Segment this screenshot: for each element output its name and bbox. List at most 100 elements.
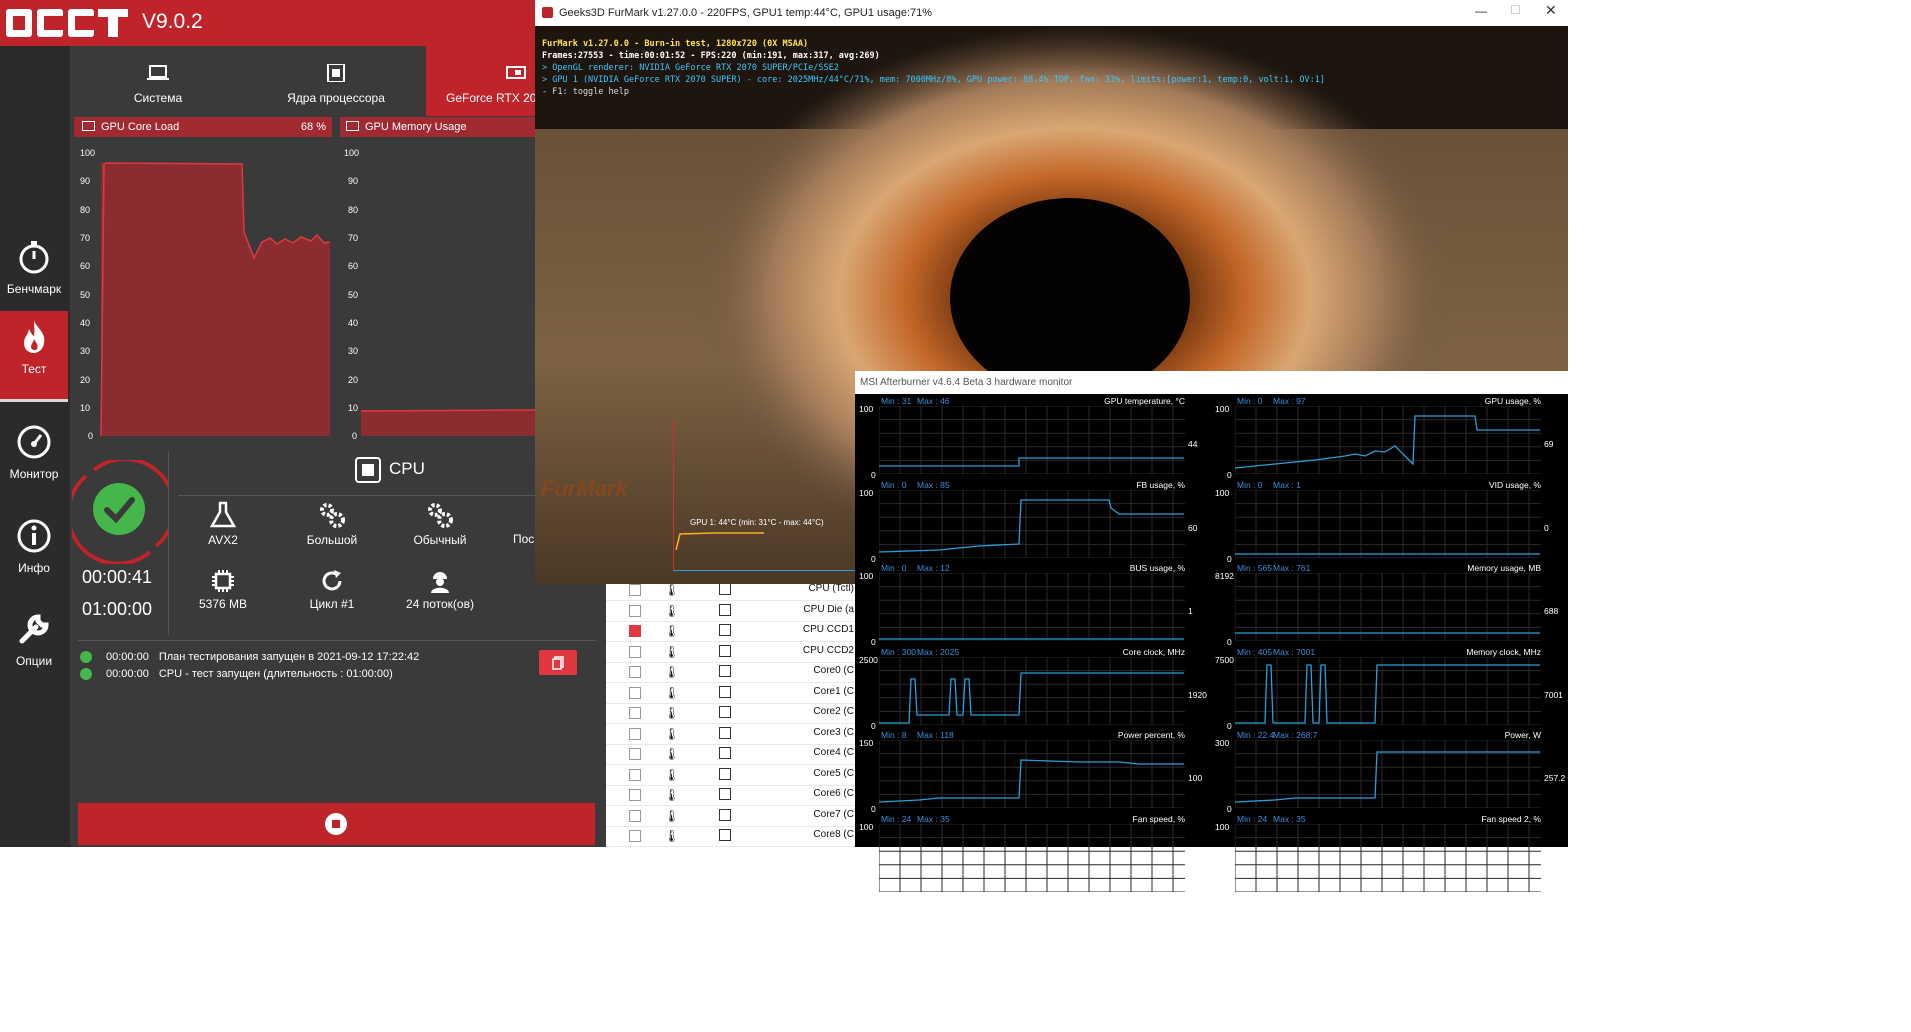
sensor-checkbox[interactable] [629,666,641,678]
ab-top-value: 2500 [859,654,878,665]
y-tick: 70 [348,233,359,243]
sensor-row: 🌡 CPU CCD1 [606,621,856,642]
sensor-checkbox[interactable] [629,727,641,740]
ab-top-value: 100 [859,571,874,581]
y-tick: 80 [80,205,91,215]
sensor-label: Core5 (C [813,767,854,779]
success-icon [80,668,92,681]
ab-top-value: 100 [859,487,874,498]
laptop-icon [147,65,169,80]
furmark-info-frames: Frames:27553 - time:00:01:52 - FPS:220 (… [542,51,880,61]
y-tick: 90 [348,176,359,186]
sensor-checkbox[interactable] [629,789,641,801]
sensor-checkbox[interactable] [629,809,641,822]
afterburner-titlebar: MSI Afterburner v4.6.4 Beta 3 hardware m… [855,371,1568,394]
refresh-icon [322,570,342,591]
elapsed-time: 00:00:41 [82,567,153,587]
y-tick: 80 [348,205,359,215]
sensor-checkbox[interactable] [629,604,641,617]
stat-memory: 5376 MB [178,568,268,611]
chip-icon [719,788,731,800]
gpu-temp-graph: GPU 1: 44°C (min: 31°C - max: 44°C) [673,420,856,571]
y-tick: 50 [348,290,359,300]
occt-logo [6,9,128,37]
ab-min: Min : 565 [1237,563,1272,573]
ab-graph-plot [879,489,1185,558]
thermometer-icon: 🌡 [664,767,680,782]
sensor-checkbox[interactable] [629,645,641,658]
sensor-checkbox[interactable] [629,748,641,760]
sidebar-item-benchmark[interactable]: Бенчмарк [0,231,68,321]
sidebar-item-monitor[interactable]: Монитор [0,416,68,506]
ab-max: Max : 46 [917,396,950,406]
minimize-button[interactable]: — [1475,4,1487,18]
afterburner-monitor: Min : 31 Max : 46 GPU temperature, °C 100 0 4… [855,394,1568,892]
ab-max: Max : 761 [1273,563,1311,573]
chip-icon [719,583,731,595]
thermometer-icon: 🌡 [664,829,680,843]
close-button[interactable]: ✕ [1545,2,1557,19]
ab-graph: Min : 24 Max : 35 Fan speed, % 100 [855,812,1211,896]
gpu-temp-label: GPU 1: 44°C (min: 31°C - max: 44°C) [690,518,824,527]
y-tick: 100 [80,148,96,158]
ab-graph-line [1235,663,1540,724]
ab-graph-name: Memory usage, MB [1467,563,1541,573]
ab-current-value: 100 [1188,773,1203,783]
tab-system[interactable]: Система [70,46,246,116]
sensor-row: 🌡 Core3 (C [606,724,856,745]
ab-graph-name: GPU usage, % [1484,396,1541,406]
ab-graph-name: Fan speed 2, % [1481,813,1541,824]
furmark-window-title: Geeks3D FurMark v1.27.0.0 - 220FPS, GPU1… [559,7,933,19]
flame-icon [24,321,45,353]
sensor-label: CPU CCD2 [802,644,854,656]
thermometer-icon: 🌡 [664,726,680,741]
gpu-charts [100,162,536,437]
stop-test-button[interactable] [78,803,595,845]
ab-graph-plot [879,823,1185,892]
gauge-icon [17,425,51,459]
ab-graph: Min : 0 Max : 1 VID usage, % 100 0 0 [1211,478,1567,564]
furmark-titlebar: Geeks3D FurMark v1.27.0.0 - 220FPS, GPU1… [535,0,1568,26]
ab-current-value: 60 [1188,522,1198,533]
sensor-checkbox[interactable] [629,584,641,596]
sensor-checkbox[interactable] [629,830,641,842]
ab-min: Min : 405 [1237,646,1272,657]
option-size[interactable]: Большой [287,500,377,547]
maximize-button[interactable]: ☐ [1510,3,1521,17]
ab-top-value: 100 [1215,404,1230,414]
sensor-checkbox[interactable] [629,768,641,781]
sensor-checkbox[interactable] [629,625,641,637]
option-avx2[interactable]: AVX2 [178,500,268,547]
test-duration: 01:00:00 [82,599,153,619]
thermometer-icon: 🌡 [664,788,680,802]
ab-graph: Min : 24 Max : 35 Fan speed 2, % 100 [1211,812,1567,896]
sidebar-item-info[interactable]: Инфо [0,510,68,600]
log-text: CPU - тест запущен (длительность : 01:00… [158,668,393,680]
chip-icon [719,706,731,718]
sensor-label: Core6 (C [813,788,854,799]
chip-icon [719,747,731,759]
sidebar-label: Инфо [18,561,50,575]
tab-cpu-cores[interactable]: Ядра процессора [246,46,426,116]
y-tick: 60 [348,261,359,271]
sensor-row: 🌡 Core2 (C [606,703,856,724]
ab-graph-line [879,457,1184,467]
y-tick: 10 [80,403,91,413]
ab-top-value: 100 [859,821,874,832]
sensor-checkbox[interactable] [629,707,641,719]
chip-icon [719,767,731,780]
ab-graph: Min : 300 Max : 2025 Core clock, MHz 2500 0 1… [855,645,1211,731]
option-mode[interactable]: Обычный [395,500,485,547]
sidebar-item-test[interactable]: Тест [0,311,68,402]
sensor-checkbox[interactable] [629,686,641,699]
y-tick: 30 [80,346,91,356]
chip-icon [719,685,731,698]
sensor-row: 🌡 Core6 (C [606,785,856,806]
sensor-label: Core8 (C [813,829,854,840]
ab-graph-name: BUS usage, % [1129,563,1185,573]
sensor-label: Core2 (C [813,706,854,717]
ab-graph: Min : 8 Max : 118 Power percent, % 150 0 100 [855,728,1211,814]
copy-log-button[interactable] [539,650,577,675]
sidebar-item-options[interactable]: Опции [0,603,68,693]
y-tick: 0 [88,431,94,441]
